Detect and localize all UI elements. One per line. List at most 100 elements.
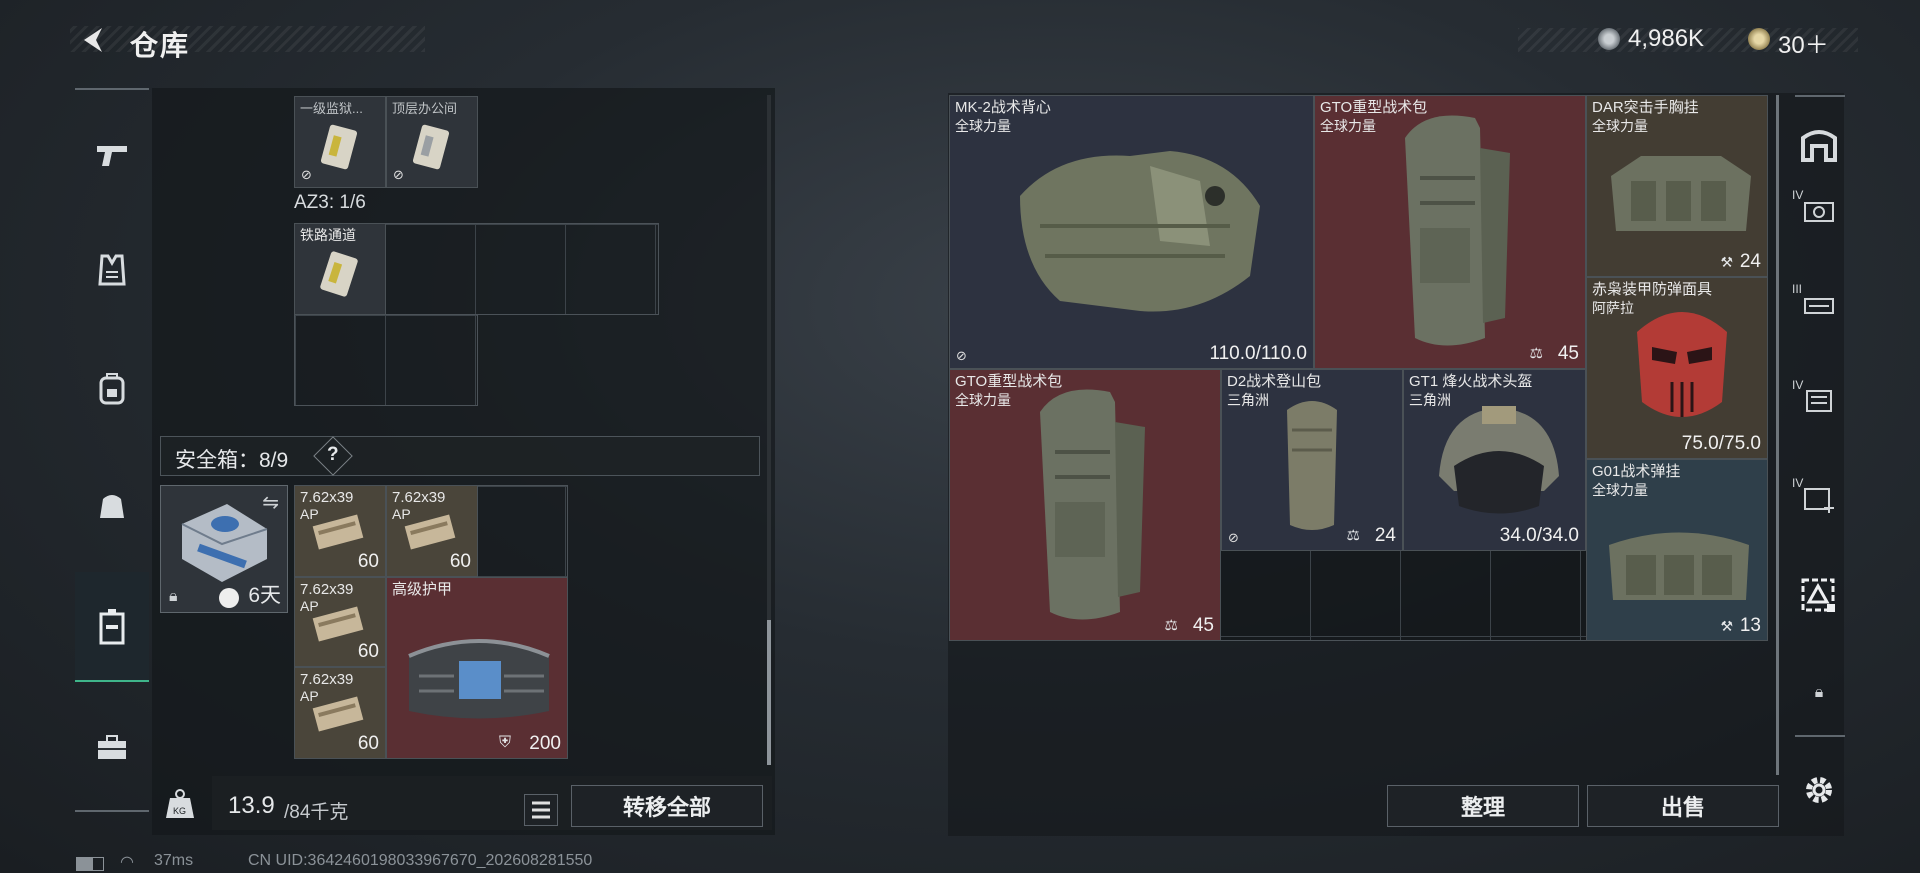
coin-icon <box>1598 28 1620 50</box>
item-sublabel: 全球力量 <box>1592 482 1648 498</box>
az3-label: AZ3: 1/6 <box>294 192 366 213</box>
item-label: G01战术弹挂 <box>1592 463 1681 480</box>
sidebar-item-backpack[interactable] <box>75 333 149 443</box>
list-icon <box>532 801 550 819</box>
sell-button[interactable]: 出售 <box>1587 785 1779 827</box>
stash-scrollbar[interactable] <box>1776 95 1779 775</box>
weight-icon: ⚖ <box>1346 527 1360 544</box>
sidebar-item-safebox[interactable] <box>75 572 149 682</box>
ammo-box-image <box>312 606 364 642</box>
chest-rig-item[interactable]: DAR突击手胸挂 全球力量 ⚒ 24 <box>1586 95 1768 277</box>
vest-item[interactable]: MK-2战术背心 全球力量 ⊘ 110.0/110.0 <box>949 95 1314 369</box>
ping-value: 37ms <box>154 852 194 869</box>
sidebar-item-armor[interactable] <box>75 215 149 325</box>
tab-iv-c[interactable]: IV <box>1788 460 1850 536</box>
mask-image <box>1637 312 1727 417</box>
sidebar-item-bag[interactable] <box>75 450 149 560</box>
swap-icon[interactable]: ⇋ <box>262 490 279 515</box>
helmet-item[interactable]: GT1 烽火战术头盔 三角洲 34.0/34.0 <box>1403 369 1586 551</box>
climbing-bag-item[interactable]: D2战术登山包 三角洲 ⊘ ⚖ 24 <box>1221 369 1403 551</box>
backpack-image <box>1040 389 1145 620</box>
container-grid <box>294 314 478 406</box>
ammo-item[interactable]: 7.62x39 AP 60 <box>294 485 386 577</box>
page-title: 仓库 <box>130 30 191 61</box>
lock-icon: 🔒︎ <box>169 588 178 605</box>
vest-small-icon: ⚒ <box>1720 618 1733 634</box>
list-view-button[interactable] <box>524 794 558 826</box>
climbing-bag-image <box>1287 401 1337 530</box>
item-label: 高级护甲 <box>392 581 453 598</box>
item-label: 一级监狱... <box>300 101 363 116</box>
item-durability: 110.0/110.0 <box>1209 343 1307 364</box>
tab-locked[interactable]: 🔒︎ <box>1788 655 1850 731</box>
weight-icon: ⚖ <box>1529 345 1543 362</box>
item-count: 60 <box>357 641 379 662</box>
nav-divider-bottom <box>75 810 149 812</box>
safebox-image <box>181 504 268 582</box>
ammo-box-image <box>312 514 364 550</box>
safebox-header: 安全箱：8/9 ? <box>160 436 760 476</box>
rifle-case-icon <box>1804 298 1834 314</box>
scrollbar-thumb[interactable] <box>767 620 771 765</box>
tab-divider <box>1795 735 1845 737</box>
keycard-image <box>320 124 358 170</box>
help-icon[interactable]: ? <box>327 444 339 466</box>
item-durability: 34.0/34.0 <box>1499 525 1579 546</box>
transfer-all-button[interactable]: 转移全部 <box>571 785 763 827</box>
ammo-item[interactable]: 7.62x39 AP 60 <box>294 577 386 667</box>
tab-roman: IV <box>1792 188 1804 202</box>
item-count: 60 <box>357 733 379 754</box>
tab-iii[interactable]: III <box>1788 266 1850 342</box>
item-label: DAR突击手胸挂 <box>1592 99 1699 116</box>
item-label: 铁路通道 <box>300 227 356 243</box>
tab-iv-a[interactable]: IV <box>1788 172 1850 248</box>
ammo-rig-item[interactable]: G01战术弹挂 全球力量 ⚒ 13 <box>1586 459 1768 641</box>
sidebar-item-weapon[interactable] <box>75 100 149 210</box>
tab-roman: IV <box>1792 476 1804 490</box>
item-capacity: 45 <box>1192 615 1214 636</box>
ammo-item[interactable]: 7.62x39 AP 60 <box>294 667 386 759</box>
weight-max: /84千克 <box>284 802 349 823</box>
backpack-image <box>1405 115 1510 346</box>
keycard-item[interactable]: 一级监狱... ⊘ <box>294 96 386 188</box>
item-capacity: 45 <box>1557 343 1579 364</box>
vest-image <box>1020 151 1260 312</box>
helmet-image <box>1439 406 1559 514</box>
item-label: 顶层办公间 <box>392 101 458 116</box>
shield-icon: ⛨ <box>499 734 512 751</box>
weight-icon: KG <box>160 784 200 824</box>
backpack-item[interactable]: GTO重型战术包 全球力量 ⚖ 45 <box>949 369 1221 641</box>
no-insure-icon: ⊘ <box>393 167 404 182</box>
keycard-image <box>320 251 358 297</box>
item-label: D2战术登山包 <box>1227 373 1322 390</box>
no-insure-icon: ⊘ <box>301 167 312 182</box>
tab-iv-b[interactable]: IV <box>1788 362 1850 438</box>
settings-button[interactable] <box>1788 752 1850 828</box>
sort-button[interactable]: 整理 <box>1387 785 1579 827</box>
tab-special[interactable] <box>1788 558 1850 634</box>
ammo-item[interactable]: 7.62x39 AP 60 <box>386 485 478 577</box>
tab-all[interactable] <box>1788 106 1850 182</box>
item-label: MK-2战术背心 <box>955 99 1051 116</box>
armor-item[interactable]: 高级护甲 ⛨ 200 <box>386 577 568 759</box>
safebox-label: 安全箱：8/9 <box>175 449 289 472</box>
backpack-item[interactable]: GTO重型战术包 全球力量 ⚖ 45 <box>1314 95 1586 369</box>
token-value: 30＋ <box>1778 32 1829 59</box>
keycard-item[interactable]: 铁路通道 <box>294 223 386 315</box>
tab-roman: III <box>1792 282 1803 296</box>
weapon-case-icon <box>1804 202 1834 222</box>
svg-text:KG: KG <box>173 806 186 816</box>
chest-rig-image <box>1611 156 1751 231</box>
item-durability: 75.0/75.0 <box>1681 433 1761 454</box>
lock-icon: 🔒︎ <box>1814 684 1824 701</box>
item-capacity: 24 <box>1374 525 1396 546</box>
mask-item[interactable]: 赤枭装甲防弹面具 阿萨拉 75.0/75.0 <box>1586 277 1768 459</box>
item-sublabel: 三角洲 <box>1227 392 1269 408</box>
safebox-item[interactable]: ⇋ 🔒︎ 6天 <box>160 485 288 613</box>
sidebar-item-case[interactable] <box>75 692 149 802</box>
keycard-item[interactable]: 顶层办公间 ⊘ <box>386 96 478 188</box>
uid-text: CN UID:3642460198033967670_202608281550 <box>248 852 593 869</box>
item-count: 60 <box>357 551 379 572</box>
duffel-bag-image <box>408 639 550 719</box>
briefcase-icon <box>98 735 126 759</box>
